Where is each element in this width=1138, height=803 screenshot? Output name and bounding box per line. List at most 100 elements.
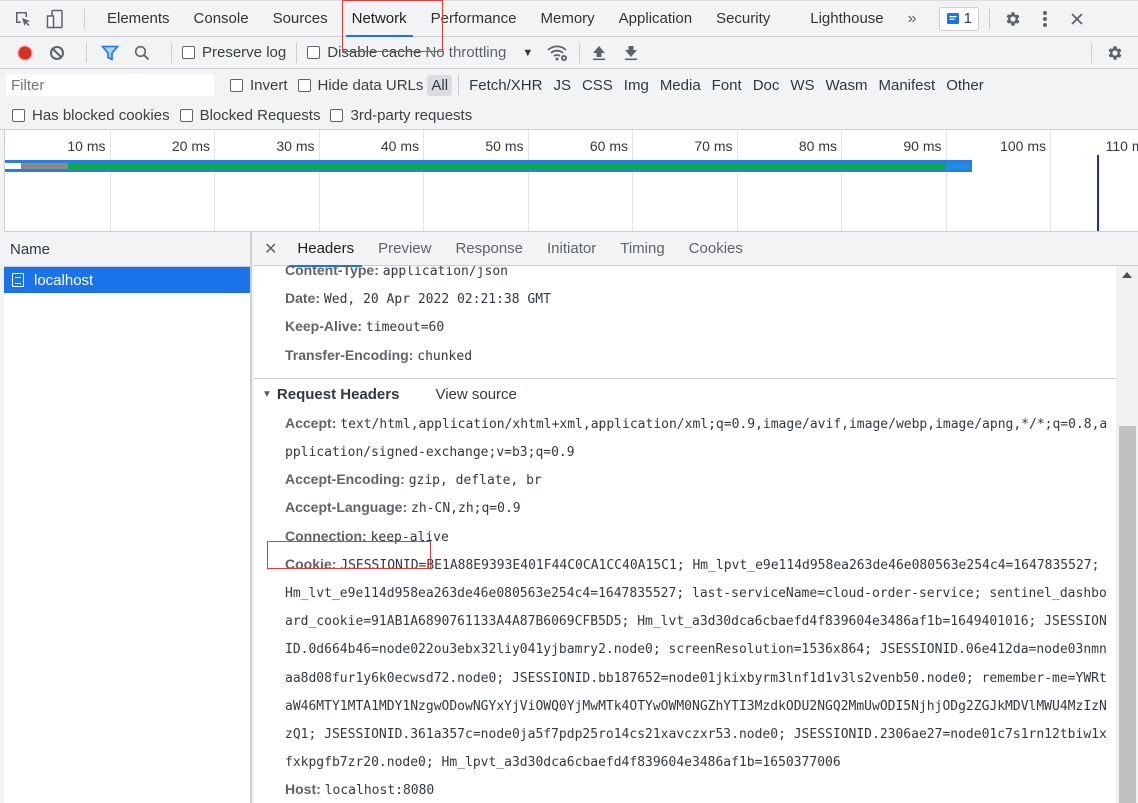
resource-type-filters: All Fetch/XHR JS CSS Img Media Font Doc WS Wasm Ma… (427, 74, 990, 96)
search-button[interactable] (129, 40, 155, 66)
timeline-tick-label: 110 ms (1105, 138, 1138, 154)
timeline-tick-label: 10 ms (67, 138, 106, 154)
checkbox-box[interactable] (230, 78, 243, 92)
clear-button[interactable] (44, 40, 70, 66)
network-conditions-button[interactable] (545, 40, 571, 66)
tab-memory[interactable]: Memory (529, 1, 607, 37)
request-headers-section-header[interactable]: ▼ Request Headers View source (254, 377, 1116, 410)
header-row: Accept-Encoding: gzip, deflate, br (254, 466, 1116, 494)
detail-tab-initiator[interactable]: Initiator (535, 232, 608, 266)
checkbox-box[interactable] (307, 46, 321, 59)
detail-tab-response[interactable]: Response (443, 232, 535, 266)
filter-type-font[interactable]: Font (708, 75, 746, 96)
throttling-select[interactable]: No throttling ▼ (425, 44, 533, 61)
blocked-requests-checkbox[interactable]: Blocked Requests (179, 106, 321, 124)
checkbox-box[interactable] (182, 46, 195, 59)
request-row[interactable]: localhost (4, 267, 250, 293)
header-name: Transfer-Encoding (285, 346, 409, 363)
header-row: Content-Type: application/json (254, 266, 1116, 285)
header-row: Accept-Language: zh-CN,zh;q=0.9 (254, 494, 1116, 522)
collapse-triangle-icon: ▼ (262, 388, 272, 400)
invert-checkbox[interactable]: Invert (230, 77, 288, 94)
filter-type-wasm[interactable]: Wasm (822, 75, 872, 96)
timeline-tick-label: 30 ms (276, 138, 315, 154)
filter-toggle-button[interactable] (97, 40, 123, 66)
inspect-element-icon[interactable] (10, 6, 36, 32)
hide-data-urls-checkbox[interactable]: Hide data URLs (297, 77, 423, 94)
tab-elements[interactable]: Elements (95, 1, 182, 37)
timeline-tick-label: 50 ms (485, 138, 524, 154)
download-icon (625, 45, 638, 60)
settings-gear-icon[interactable] (1000, 6, 1026, 32)
timeline-gridline (214, 130, 215, 231)
blocked-requests-label: Blocked Requests (199, 106, 321, 124)
vertical-scrollbar[interactable] (1116, 266, 1138, 803)
view-source-link[interactable]: View source (435, 386, 516, 403)
close-devtools-icon[interactable] (1064, 6, 1090, 32)
import-har-button[interactable] (586, 40, 612, 66)
export-har-button[interactable] (618, 40, 644, 66)
checkbox-box[interactable] (12, 108, 25, 122)
filter-type-manifest[interactable]: Manifest (875, 75, 940, 96)
filter-type-ws[interactable]: WS (786, 75, 818, 96)
header-separator: : (331, 555, 341, 572)
filter-type-doc[interactable]: Doc (749, 75, 784, 96)
third-party-requests-checkbox[interactable]: 3rd-party requests (330, 107, 472, 124)
issues-badge[interactable]: 1 (938, 6, 979, 31)
record-button[interactable] (12, 40, 38, 66)
name-column-header[interactable]: Name (4, 232, 250, 267)
network-toolbar: Preserve log Disable cache No throttling… (0, 37, 1138, 69)
timeline-overview[interactable]: 10 ms 20 ms 30 ms 40 ms 50 ms 60 ms 70 ms 80 ms… (4, 130, 1138, 232)
preserve-log-checkbox[interactable]: Preserve log (182, 44, 286, 61)
tab-console[interactable]: Console (182, 1, 261, 37)
filter-type-js[interactable]: JS (549, 75, 575, 96)
checkbox-box[interactable] (179, 108, 193, 122)
detail-tab-preview[interactable]: Preview (366, 232, 443, 266)
timeline-gridline (318, 130, 320, 231)
timeline-tick-label: 100 ms (1000, 138, 1046, 154)
network-settings-gear-icon[interactable] (1102, 40, 1128, 66)
header-row: Transfer-Encoding: chunked (254, 342, 1116, 370)
headers-view: Content-Type: application/json Date: Wed,… (254, 266, 1116, 803)
filter-type-fetch-xhr[interactable]: Fetch/XHR (465, 75, 546, 96)
tab-performance[interactable]: Performance (419, 1, 529, 37)
header-separator: : (402, 499, 412, 516)
search-icon (134, 45, 150, 60)
device-toolbar-icon[interactable] (42, 6, 68, 32)
disable-cache-checkbox[interactable]: Disable cache (307, 44, 421, 61)
close-details-icon[interactable]: ✕ (262, 239, 285, 259)
header-name: Keep-Alive (285, 318, 358, 335)
third-party-requests-label: 3rd-party requests (350, 106, 473, 124)
header-name: Cookie (285, 555, 332, 572)
tab-application[interactable]: Application (607, 1, 704, 37)
filter-bar-secondary: Has blocked cookies Blocked Requests 3rd… (0, 101, 1138, 130)
detail-tab-headers[interactable]: Headers (285, 232, 366, 267)
tab-security[interactable]: Security (704, 1, 782, 37)
has-blocked-cookies-checkbox[interactable]: Has blocked cookies (12, 107, 170, 124)
checkbox-box[interactable] (330, 108, 344, 122)
more-options-icon[interactable] (1032, 6, 1058, 32)
filter-type-other[interactable]: Other (942, 75, 988, 96)
header-value: application/json (382, 266, 508, 279)
invert-label: Invert (250, 76, 288, 94)
header-value: zh-CN,zh;q=0.9 (411, 501, 521, 517)
tab-network[interactable]: Network (340, 1, 419, 37)
header-separator: : (400, 471, 409, 488)
filter-type-img[interactable]: Img (620, 75, 653, 96)
scrollbar-thumb[interactable] (1119, 426, 1136, 803)
timeline-tick-label: 70 ms (694, 138, 733, 154)
filter-type-css[interactable]: CSS (578, 75, 617, 96)
more-tabs-button[interactable]: » (896, 1, 929, 37)
detail-tab-cookies[interactable]: Cookies (677, 232, 755, 266)
scroll-up-arrow-icon[interactable] (1122, 272, 1132, 278)
filter-type-all[interactable]: All (427, 74, 453, 96)
message-icon (946, 12, 959, 24)
tab-sources[interactable]: Sources (261, 1, 340, 37)
tab-lighthouse[interactable]: Lighthouse (798, 1, 895, 37)
detail-tab-timing[interactable]: Timing (608, 232, 676, 266)
header-value: text/html,application/xhtml+xml,applicat… (285, 416, 1108, 461)
filter-input[interactable] (6, 74, 214, 96)
header-value: keep-alive (370, 529, 449, 545)
filter-type-media[interactable]: Media (656, 75, 705, 96)
checkbox-box[interactable] (297, 78, 311, 92)
